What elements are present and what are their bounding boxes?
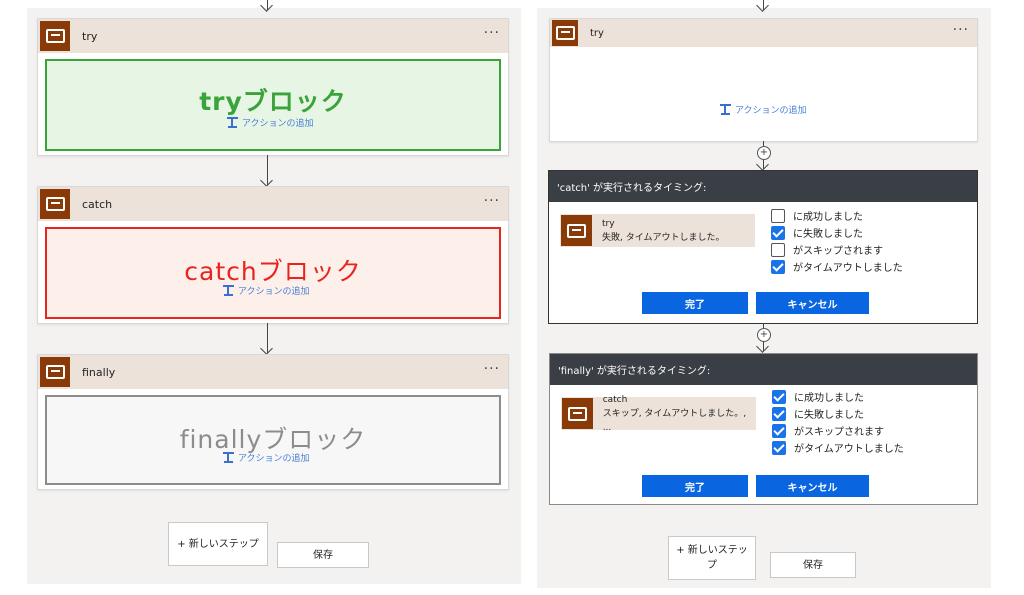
scope-title: try — [82, 29, 98, 43]
scope-icon — [562, 398, 593, 429]
predecessor-status: 失敗, タイムアウトしました。 — [602, 232, 725, 243]
more-options-icon[interactable]: ··· — [484, 361, 500, 377]
scope-icon — [40, 189, 70, 219]
checkbox[interactable] — [772, 423, 786, 438]
predecessor-title: catch — [602, 394, 628, 405]
add-action-icon — [720, 104, 731, 115]
catch-block-label: catchブロック — [184, 257, 362, 286]
option-succeeded[interactable]: に成功しました — [771, 207, 903, 224]
cancel-button[interactable]: キャンセル — [756, 292, 869, 314]
add-action-link[interactable]: アクションの追加 — [720, 103, 807, 116]
scope-header[interactable]: catch ··· — [38, 187, 508, 221]
option-skipped[interactable]: がスキップされます — [772, 422, 904, 439]
insert-step-plus-icon[interactable]: + — [757, 328, 771, 342]
add-action-link[interactable]: アクションの追加 — [223, 451, 310, 464]
save-button[interactable]: 保存 — [770, 552, 856, 578]
scope-try[interactable]: try ··· tryブロック アクションの追加 — [37, 18, 509, 156]
option-failed[interactable]: に失敗しました — [772, 405, 904, 422]
done-button[interactable]: 完了 — [642, 475, 748, 497]
option-timedout[interactable]: がタイムアウトしました — [772, 439, 904, 456]
predecessor-card: try 失敗, タイムアウトしました。 — [560, 214, 755, 247]
add-action-icon — [223, 285, 234, 296]
left-designer-canvas: try ··· tryブロック アクションの追加 catch ··· catch… — [27, 0, 521, 584]
checkbox[interactable] — [772, 440, 786, 455]
predecessor-status: スキップ, タイムアウトしました。, ... — [602, 408, 747, 433]
cancel-button[interactable]: キャンセル — [756, 475, 869, 497]
predecessor-card: catch スキップ, タイムアウトしました。, ... — [561, 395, 756, 433]
add-action-icon — [227, 117, 238, 128]
predecessor-title: try — [602, 218, 615, 229]
scope-title: finally — [82, 365, 116, 379]
run-after-options: に成功しました に失敗しました がスキップされます がタイムアウトしました — [771, 207, 903, 275]
checkbox[interactable] — [771, 259, 785, 274]
scope-try[interactable]: try ··· アクションの追加 — [549, 18, 978, 142]
dialog-header: 'catch' が実行されるタイミング: — [549, 171, 977, 202]
new-step-button[interactable]: + 新しいステップ — [668, 536, 756, 580]
finally-run-after-dialog: 'finally' が実行されるタイミング: catch スキップ, タイムアウ… — [549, 353, 978, 505]
add-action-link[interactable]: アクションの追加 — [223, 284, 310, 297]
done-button[interactable]: 完了 — [642, 292, 748, 314]
save-button[interactable]: 保存 — [277, 542, 369, 568]
checkbox[interactable] — [771, 208, 785, 223]
scope-icon — [40, 357, 70, 387]
catch-run-after-dialog: 'catch' が実行されるタイミング: try 失敗, タイムアウトしました。… — [548, 170, 978, 324]
checkbox[interactable] — [771, 242, 785, 257]
top-connector-arrow — [260, 0, 273, 12]
add-action-link[interactable]: アクションの追加 — [227, 116, 314, 129]
scope-catch[interactable]: catch ··· catchブロック アクションの追加 — [37, 186, 509, 324]
more-options-icon[interactable]: ··· — [953, 22, 969, 38]
scope-title: catch — [82, 197, 113, 211]
checkbox[interactable] — [772, 406, 786, 421]
connector-arrow — [260, 155, 273, 187]
checkbox[interactable] — [771, 225, 785, 240]
top-connector-arrow — [756, 0, 769, 12]
insert-step-plus-icon[interactable]: + — [757, 146, 771, 160]
new-step-button[interactable]: + 新しいステップ — [168, 522, 268, 566]
option-skipped[interactable]: がスキップされます — [771, 241, 903, 258]
catch-block-area: catchブロック アクションの追加 — [45, 227, 501, 319]
scope-header[interactable]: finally ··· — [38, 355, 508, 389]
scope-title: try — [590, 27, 604, 39]
option-timedout[interactable]: がタイムアウトしました — [771, 258, 903, 275]
connector-arrow — [260, 323, 273, 355]
try-block-label: tryブロック — [199, 87, 347, 116]
scope-finally[interactable]: finally ··· finallyブロック アクションの追加 — [37, 354, 509, 490]
right-designer-canvas: try ··· アクションの追加 + 'catch' が実行されるタイミング: … — [537, 0, 991, 588]
checkbox[interactable] — [772, 389, 786, 404]
option-failed[interactable]: に失敗しました — [771, 224, 903, 241]
option-succeeded[interactable]: に成功しました — [772, 388, 904, 405]
run-after-options: に成功しました に失敗しました がスキップされます がタイムアウトしました — [772, 388, 904, 456]
more-options-icon[interactable]: ··· — [484, 193, 500, 209]
try-block-area: tryブロック アクションの追加 — [45, 59, 501, 151]
scope-icon — [561, 215, 592, 246]
finally-block-area: finallyブロック アクションの追加 — [45, 395, 501, 485]
scope-header[interactable]: try ··· — [38, 19, 508, 53]
more-options-icon[interactable]: ··· — [484, 25, 500, 41]
scope-header[interactable]: try ··· — [550, 19, 977, 47]
scope-icon — [552, 20, 578, 46]
scope-icon — [40, 21, 70, 51]
add-action-icon — [223, 452, 234, 463]
dialog-header: 'finally' が実行されるタイミング: — [550, 354, 977, 385]
